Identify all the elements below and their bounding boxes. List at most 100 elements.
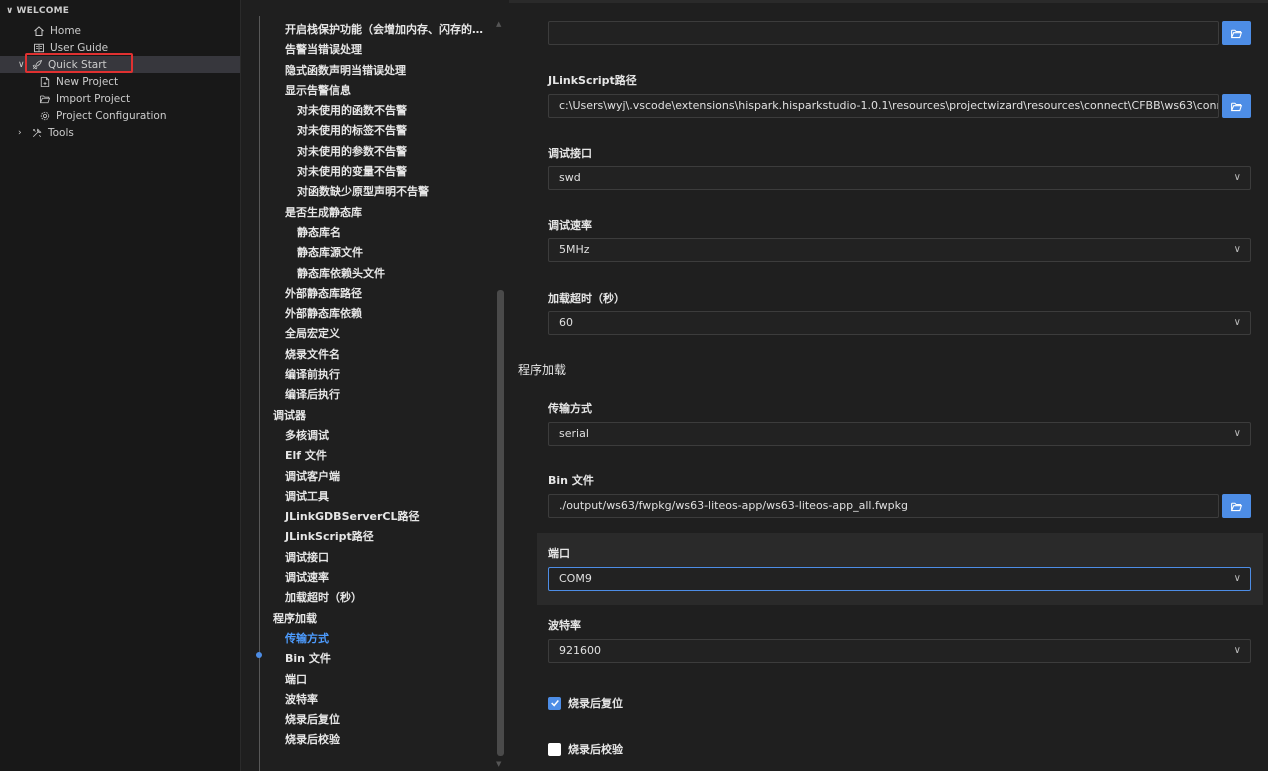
outline-item[interactable]: 对未使用的标签不告警 xyxy=(241,121,493,141)
rocket-icon xyxy=(30,58,44,72)
outline-item[interactable]: 烧录后校验 xyxy=(241,730,493,750)
outline-list: 开启栈保护功能（会增加内存、闪存的占用） 告警当错误处理 隐式函数声明当错误处理 显示… xyxy=(241,20,493,751)
top-path-input[interactable] xyxy=(548,21,1219,45)
tree-item-label: Tools xyxy=(48,126,74,139)
tree-item-new-project[interactable]: New Project xyxy=(0,73,240,90)
baud-rate-select[interactable]: 921600 ∨ xyxy=(548,639,1251,663)
tree-item-project-configuration[interactable]: Project Configuration xyxy=(0,107,240,124)
port-select[interactable]: COM9 ∨ xyxy=(548,567,1251,591)
outline-item[interactable]: 烧录文件名 xyxy=(241,345,493,365)
scroll-up-arrow-icon[interactable]: ▲ xyxy=(496,20,501,28)
home-icon xyxy=(32,24,46,38)
outline-item[interactable]: 外部静态库依赖 xyxy=(241,304,493,324)
field-label: 调试接口 xyxy=(548,147,592,160)
gear-icon xyxy=(38,109,52,123)
outline-item[interactable]: 对未使用的参数不告警 xyxy=(241,142,493,162)
outline-item[interactable]: Bin 文件 xyxy=(241,649,493,669)
chevron-down-icon: ∨ xyxy=(1233,172,1241,183)
outline-item[interactable]: 对函数缺少原型声明不告警 xyxy=(241,182,493,202)
bin-file-path-input[interactable]: ./output/ws63/fwpkg/ws63-liteos-app/ws63… xyxy=(548,494,1219,518)
outline-item[interactable]: 全局宏定义 xyxy=(241,324,493,344)
outline-item[interactable]: 调试工具 xyxy=(241,487,493,507)
chevron-down-icon: ∨ xyxy=(1233,573,1241,584)
tree-item-label: New Project xyxy=(56,75,119,88)
select-value: swd xyxy=(559,171,581,184)
field-label: Bin 文件 xyxy=(548,474,594,487)
chevron-down-icon: ∨ xyxy=(1233,645,1241,656)
field-jlinkscript: JLinkScript路径 c:\Users\wyj\.vscode\exten… xyxy=(548,72,1251,118)
debug-interface-select[interactable]: swd ∨ xyxy=(548,166,1251,190)
outline-item[interactable]: 外部静态库路径 xyxy=(241,284,493,304)
outline-scrollbar[interactable]: ▲ ▼ xyxy=(496,20,505,768)
outline-item[interactable]: 隐式函数声明当错误处理 xyxy=(241,61,493,81)
folder-open-icon xyxy=(38,92,52,106)
tree-item-quick-start[interactable]: ∨ Quick Start xyxy=(0,56,240,73)
outline-item[interactable]: 对未使用的函数不告警 xyxy=(241,101,493,121)
outline-item[interactable]: JLinkScript路径 xyxy=(241,527,493,547)
outline-item[interactable]: 调试器 xyxy=(241,406,493,426)
field-bin-file: Bin 文件 ./output/ws63/fwpkg/ws63-liteos-a… xyxy=(548,472,1251,518)
tools-icon xyxy=(30,126,44,140)
outline-item[interactable]: 波特率 xyxy=(241,690,493,710)
outline-item[interactable]: 端口 xyxy=(241,670,493,690)
field-label: 加载超时（秒） xyxy=(548,292,625,305)
chevron-right-icon: › xyxy=(18,127,22,138)
tree-item-import-project[interactable]: Import Project xyxy=(0,90,240,107)
field-debug-interface: 调试接口 swd ∨ xyxy=(548,145,1251,190)
tree-item-label: Import Project xyxy=(56,92,131,105)
debug-speed-select[interactable]: 5MHz ∨ xyxy=(548,238,1251,262)
tree-item-user-guide[interactable]: User Guide xyxy=(0,39,240,56)
outline-item[interactable]: 传输方式 xyxy=(241,629,493,649)
select-value: 5MHz xyxy=(559,243,590,256)
field-baud-rate: 波特率 921600 ∨ xyxy=(548,617,1251,663)
welcome-section-title: WELCOME xyxy=(16,6,70,16)
load-timeout-select[interactable]: 60 ∨ xyxy=(548,311,1251,335)
outline-item[interactable]: 调试速率 xyxy=(241,568,493,588)
outline-item[interactable]: Elf 文件 xyxy=(241,446,493,466)
outline-item[interactable]: 编译后执行 xyxy=(241,385,493,405)
outline-item[interactable]: 开启栈保护功能（会增加内存、闪存的占用） xyxy=(241,20,493,40)
browse-folder-button[interactable] xyxy=(1222,494,1251,518)
tree-item-label: Project Configuration xyxy=(56,109,167,122)
outline-item[interactable]: 静态库依赖头文件 xyxy=(241,264,493,284)
jlinkscript-path-input[interactable]: c:\Users\wyj\.vscode\extensions\hispark.… xyxy=(548,94,1219,118)
outline-item[interactable]: 显示告警信息 xyxy=(241,81,493,101)
scroll-down-arrow-icon[interactable]: ▼ xyxy=(496,760,501,768)
tree-item-tools[interactable]: › Tools xyxy=(0,124,240,141)
browse-folder-button[interactable] xyxy=(1222,21,1251,45)
reset-after-flash-checkbox[interactable]: 烧录后复位 xyxy=(548,695,623,711)
outline-item[interactable]: 多核调试 xyxy=(241,426,493,446)
checkbox-checked-icon[interactable] xyxy=(548,696,561,710)
field-debug-speed: 调试速率 5MHz ∨ xyxy=(548,217,1251,262)
book-icon xyxy=(32,41,46,55)
outline-item[interactable]: 静态库名 xyxy=(241,223,493,243)
field-label: JLinkScript路径 xyxy=(548,74,637,87)
outline-item[interactable]: 静态库源文件 xyxy=(241,243,493,263)
checkbox-unchecked-icon[interactable] xyxy=(548,742,561,756)
welcome-section-header[interactable]: ∨ WELCOME xyxy=(0,0,240,22)
browse-folder-button[interactable] xyxy=(1222,94,1251,118)
outline-item[interactable]: 调试客户端 xyxy=(241,467,493,487)
field-label: 传输方式 xyxy=(548,402,592,415)
outline-item[interactable]: 程序加载 xyxy=(241,609,493,629)
tree-item-label: Home xyxy=(50,24,82,37)
outline-item[interactable]: 是否生成静态库 xyxy=(241,203,493,223)
tree-item-label: Quick Start xyxy=(48,58,107,71)
transfer-method-select[interactable]: serial ∨ xyxy=(548,422,1251,446)
outline-item[interactable]: 加载超时（秒） xyxy=(241,588,493,608)
field-port: 端口 COM9 ∨ xyxy=(548,545,1251,591)
tree-item-home[interactable]: Home xyxy=(0,22,240,39)
outline-item[interactable]: 告警当错误处理 xyxy=(241,40,493,60)
verify-after-flash-checkbox[interactable]: 烧录后校验 xyxy=(548,741,623,757)
chevron-down-icon: ∨ xyxy=(6,6,14,16)
field-load-timeout: 加载超时（秒） 60 ∨ xyxy=(548,290,1251,335)
outline-item[interactable]: JLinkGDBServerCL路径 xyxy=(241,507,493,527)
outline-item[interactable]: 烧录后复位 xyxy=(241,710,493,730)
top-divider xyxy=(509,0,1268,3)
outline-item[interactable]: 对未使用的变量不告警 xyxy=(241,162,493,182)
scrollbar-thumb[interactable] xyxy=(497,290,504,756)
outline-item[interactable]: 编译前执行 xyxy=(241,365,493,385)
select-value: serial xyxy=(559,427,589,440)
chevron-down-icon: ∨ xyxy=(18,59,25,70)
outline-item[interactable]: 调试接口 xyxy=(241,548,493,568)
